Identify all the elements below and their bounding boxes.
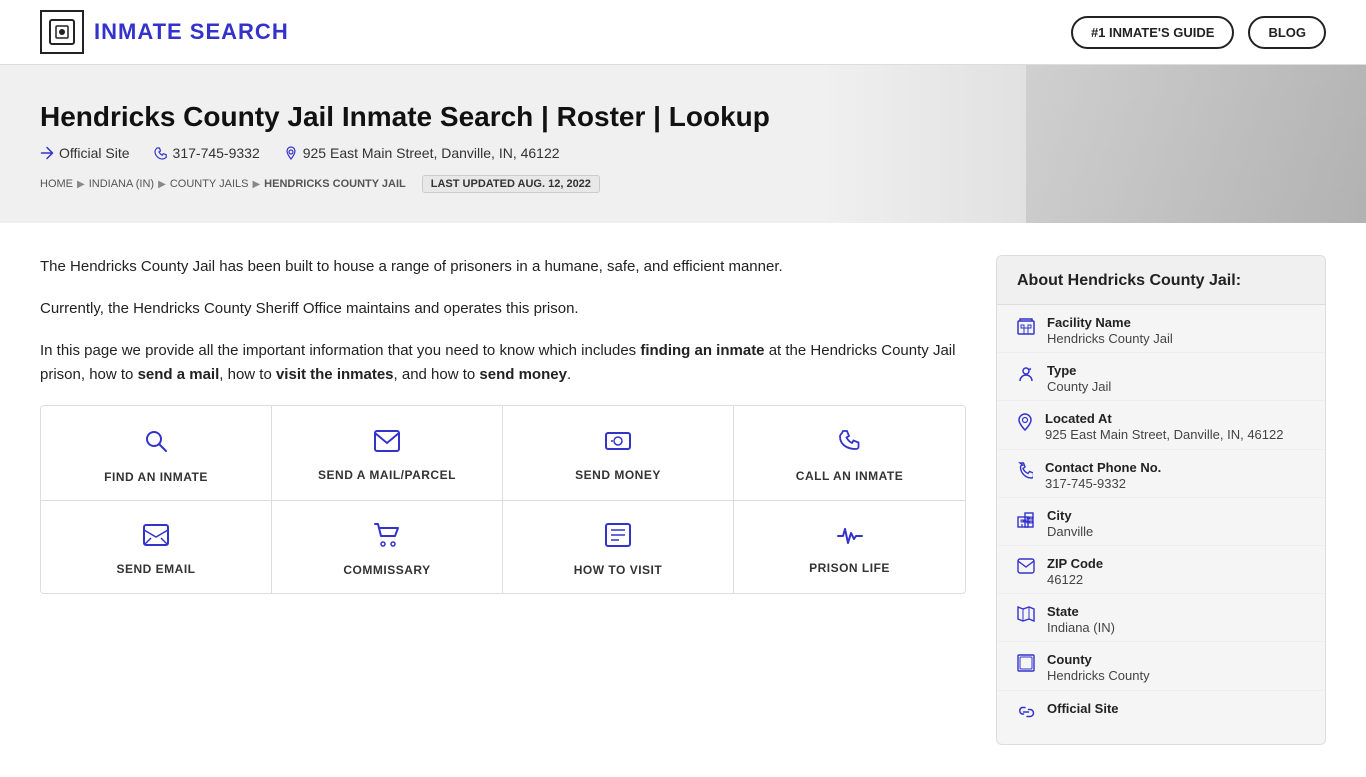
info-row-city: City Danville bbox=[997, 498, 1325, 546]
located-at-label: Located At bbox=[1045, 411, 1283, 426]
action-how-to-visit[interactable]: HOW TO VISIT bbox=[503, 501, 734, 593]
paragraph-2: Currently, the Hendricks County Sheriff … bbox=[40, 297, 966, 321]
info-row-phone: Contact Phone No. 317-745-9332 bbox=[997, 450, 1325, 498]
info-row-official-site: Official Site bbox=[997, 691, 1325, 730]
phone-value: 317-745-9332 bbox=[1045, 475, 1161, 493]
breadcrumb-county-jails[interactable]: COUNTY JAILS bbox=[170, 178, 249, 190]
phone-icon bbox=[1017, 462, 1033, 485]
main-content: The Hendricks County Jail has been built… bbox=[40, 255, 966, 745]
action-commissary[interactable]: COMMISSARY bbox=[272, 501, 503, 593]
action-send-email[interactable]: SEND EMAIL bbox=[41, 501, 272, 593]
facility-name-label: Facility Name bbox=[1047, 315, 1173, 330]
type-label: Type bbox=[1047, 363, 1111, 378]
para3-bold1: finding an inmate bbox=[640, 342, 764, 359]
county-label: County bbox=[1047, 652, 1150, 667]
building-icon bbox=[1017, 317, 1035, 340]
blog-button[interactable]: BLOG bbox=[1248, 16, 1326, 49]
para3-end: . bbox=[567, 366, 571, 383]
para3-bold2: send a mail bbox=[138, 366, 220, 383]
action-grid: FIND AN INMATE SEND A MAIL/PARCEL bbox=[40, 405, 966, 594]
paragraph-3: In this page we provide all the importan… bbox=[40, 339, 966, 387]
hero-background bbox=[1026, 65, 1366, 223]
breadcrumb-current: HENDRICKS COUNTY JAIL bbox=[264, 178, 406, 190]
about-card-title: About Hendricks County Jail: bbox=[997, 256, 1325, 305]
para3-mid2: , how to bbox=[219, 366, 276, 383]
pulse-icon bbox=[837, 525, 863, 551]
city-value: Danville bbox=[1047, 523, 1093, 541]
state-value: Indiana (IN) bbox=[1047, 619, 1115, 637]
action-prison-life[interactable]: PRISON LIFE bbox=[734, 501, 965, 593]
type-value: County Jail bbox=[1047, 378, 1111, 396]
official-site-sidebar-label: Official Site bbox=[1047, 701, 1119, 716]
call-inmate-label: CALL AN INMATE bbox=[796, 469, 903, 483]
breadcrumb: HOME ▶ INDIANA (IN) ▶ COUNTY JAILS ▶ HEN… bbox=[40, 175, 1326, 193]
info-row-type: Type County Jail bbox=[997, 353, 1325, 401]
hero-banner: Hendricks County Jail Inmate Search | Ro… bbox=[0, 65, 1366, 223]
email-icon bbox=[143, 524, 169, 552]
main-layout: The Hendricks County Jail has been built… bbox=[0, 223, 1366, 777]
zip-label: ZIP Code bbox=[1047, 556, 1103, 571]
inmates-guide-button[interactable]: #1 INMATE'S GUIDE bbox=[1071, 16, 1234, 49]
prison-life-label: PRISON LIFE bbox=[809, 561, 890, 575]
action-find-inmate[interactable]: FIND AN INMATE bbox=[41, 406, 272, 501]
sidebar: About Hendricks County Jail: Facility Na… bbox=[996, 255, 1326, 745]
phone-link[interactable]: 317-745-9332 bbox=[154, 145, 260, 161]
phone-label: Contact Phone No. bbox=[1045, 460, 1161, 475]
action-send-mail[interactable]: SEND A MAIL/PARCEL bbox=[272, 406, 503, 501]
pin-icon bbox=[1017, 413, 1033, 436]
action-send-money[interactable]: SEND MONEY bbox=[503, 406, 734, 501]
page-title: Hendricks County Jail Inmate Search | Ro… bbox=[40, 101, 1326, 133]
type-icon bbox=[1017, 365, 1035, 388]
facility-name-value: Hendricks County Jail bbox=[1047, 330, 1173, 348]
header: INMATE SEARCH #1 INMATE'S GUIDE BLOG bbox=[0, 0, 1366, 65]
city-icon bbox=[1017, 510, 1035, 533]
official-site-link[interactable]: Official Site bbox=[40, 145, 130, 161]
address-info: 925 East Main Street, Danville, IN, 4612… bbox=[284, 145, 560, 161]
cart-icon bbox=[374, 523, 400, 553]
list-icon bbox=[605, 523, 631, 553]
last-updated-badge: LAST UPDATED AUG. 12, 2022 bbox=[422, 175, 600, 193]
located-at-value: 925 East Main Street, Danville, IN, 4612… bbox=[1045, 426, 1283, 444]
link-icon bbox=[1017, 703, 1035, 726]
find-inmate-label: FIND AN INMATE bbox=[104, 470, 208, 484]
commissary-label: COMMISSARY bbox=[343, 563, 430, 577]
how-to-visit-label: HOW TO VISIT bbox=[574, 563, 662, 577]
action-call-inmate[interactable]: CALL AN INMATE bbox=[734, 406, 965, 501]
county-value: Hendricks County bbox=[1047, 667, 1150, 685]
logo-icon bbox=[40, 10, 84, 54]
paragraph-1: The Hendricks County Jail has been built… bbox=[40, 255, 966, 279]
para3-before: In this page we provide all the importan… bbox=[40, 342, 640, 359]
para3-bold3: visit the inmates bbox=[276, 366, 394, 383]
map-icon bbox=[1017, 606, 1035, 627]
info-row-county: County Hendricks County bbox=[997, 642, 1325, 690]
breadcrumb-home[interactable]: HOME bbox=[40, 178, 73, 190]
send-mail-label: SEND A MAIL/PARCEL bbox=[318, 468, 456, 482]
info-row-zip: ZIP Code 46122 bbox=[997, 546, 1325, 594]
mail2-icon bbox=[1017, 558, 1035, 579]
county-icon bbox=[1017, 654, 1035, 677]
para3-mid3: , and how to bbox=[394, 366, 480, 383]
send-money-label: SEND MONEY bbox=[575, 468, 661, 482]
phone-call-icon bbox=[838, 429, 862, 459]
state-label: State bbox=[1047, 604, 1115, 619]
send-email-label: SEND EMAIL bbox=[116, 562, 195, 576]
info-row-state: State Indiana (IN) bbox=[997, 594, 1325, 642]
mail-icon bbox=[374, 430, 400, 458]
breadcrumb-state[interactable]: INDIANA (IN) bbox=[89, 178, 154, 190]
header-nav: #1 INMATE'S GUIDE BLOG bbox=[1071, 16, 1326, 49]
logo-text: INMATE SEARCH bbox=[94, 19, 289, 45]
para3-bold4: send money bbox=[479, 366, 567, 383]
info-row-located-at: Located At 925 East Main Street, Danvill… bbox=[997, 401, 1325, 449]
search-icon bbox=[143, 428, 169, 460]
city-label: City bbox=[1047, 508, 1093, 523]
hero-meta: Official Site 317-745-9332 925 East Main… bbox=[40, 145, 1326, 161]
info-row-facility-name: Facility Name Hendricks County Jail bbox=[997, 305, 1325, 353]
about-card: About Hendricks County Jail: Facility Na… bbox=[996, 255, 1326, 745]
zip-value: 46122 bbox=[1047, 571, 1103, 589]
logo[interactable]: INMATE SEARCH bbox=[40, 10, 289, 54]
money-icon bbox=[605, 430, 631, 458]
